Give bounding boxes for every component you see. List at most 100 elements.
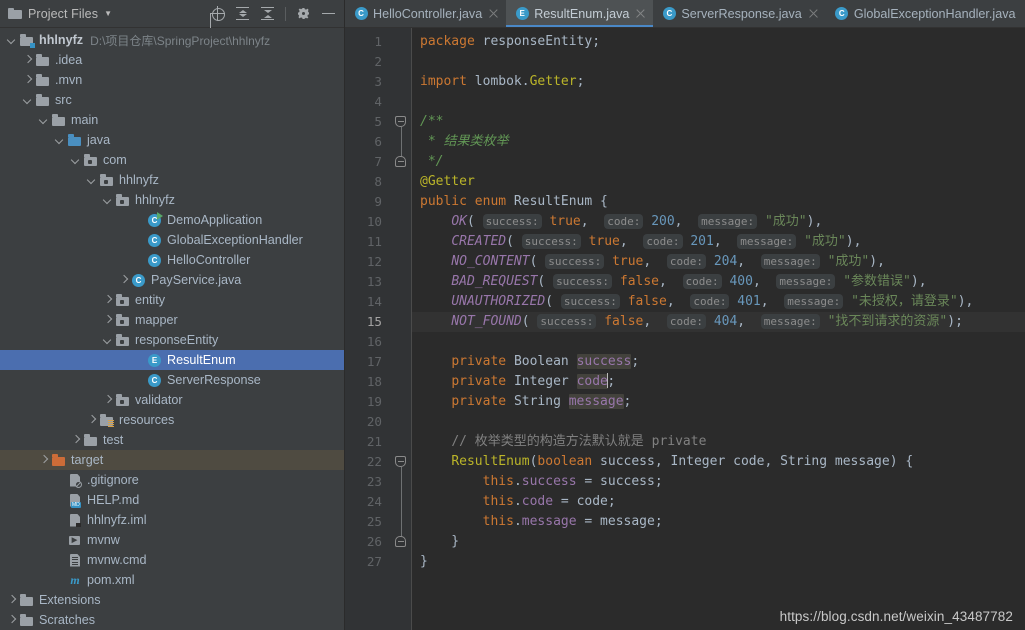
code-line-25[interactable]: this.message = message; — [412, 512, 1025, 532]
tree-node-label: test — [103, 433, 124, 447]
code-line-15[interactable]: NOT_FOUND( success: false, code: 404, me… — [412, 312, 1025, 332]
tree-node-hhlnyfz[interactable]: hhlnyfz D:\项目仓库\SpringProject\hhlnyfz — [0, 30, 344, 50]
code-folding-gutter[interactable] — [391, 28, 411, 630]
chevron-down-icon[interactable] — [86, 175, 97, 186]
code-line-20[interactable] — [412, 412, 1025, 432]
tree-node--gitignore[interactable]: .gitignore — [0, 470, 344, 490]
chevron-right-icon[interactable] — [6, 615, 17, 626]
tree-node-resultenum[interactable]: E ResultEnum — [0, 350, 344, 370]
tree-node-hhlnyfz[interactable]: hhlnyfz — [0, 190, 344, 210]
tree-node-resources[interactable]: resources — [0, 410, 344, 430]
expand-all-icon[interactable] — [235, 6, 250, 21]
code-line-17[interactable]: private Boolean success; — [412, 352, 1025, 372]
tree-node-responseentity[interactable]: responseEntity — [0, 330, 344, 350]
chevron-down-icon[interactable]: ▼ — [104, 9, 112, 18]
tree-node-mvnw[interactable]: ▶ mvnw — [0, 530, 344, 550]
fold-marker-javadoc-end[interactable] — [395, 156, 406, 167]
tree-node-main[interactable]: main — [0, 110, 344, 130]
code-line-14[interactable]: UNAUTHORIZED( success: false, code: 401,… — [412, 292, 1025, 312]
code-line-10[interactable]: OK( success: true, code: 200, message: "… — [412, 212, 1025, 232]
tree-node-com[interactable]: com — [0, 150, 344, 170]
fold-marker-constructor-start[interactable] — [395, 456, 406, 467]
chevron-right-icon[interactable] — [70, 435, 81, 446]
editor-tab-hellocontroller[interactable]: C HelloController.java — [345, 0, 506, 27]
code-line-12[interactable]: NO_CONTENT( success: true, code: 204, me… — [412, 252, 1025, 272]
close-icon[interactable] — [635, 8, 646, 19]
chevron-down-icon[interactable] — [102, 195, 113, 206]
chevron-down-icon[interactable] — [102, 335, 113, 346]
tree-node--idea[interactable]: .idea — [0, 50, 344, 70]
editor-tab-globalexceptionhandler[interactable]: C GlobalExceptionHandler.java — [826, 0, 1023, 27]
tree-node-java[interactable]: java — [0, 130, 344, 150]
project-tree[interactable]: hhlnyfz D:\项目仓库\SpringProject\hhlnyfz .ide… — [0, 28, 344, 630]
code-line-22[interactable]: ResultEnum(boolean success, Integer code… — [412, 452, 1025, 472]
code-line-21[interactable]: // 枚举类型的构造方法默认就是 private — [412, 432, 1025, 452]
editor-tabbar[interactable]: C HelloController.java E ResultEnum.java C Se… — [345, 0, 1025, 28]
code-line-5[interactable]: /** — [412, 112, 1025, 132]
tree-node-src[interactable]: src — [0, 90, 344, 110]
editor-tab-resultenum[interactable]: E ResultEnum.java — [506, 0, 654, 27]
collapse-all-icon[interactable] — [260, 6, 275, 21]
code-line-13[interactable]: BAD_REQUEST( success: false, code: 400, … — [412, 272, 1025, 292]
chevron-right-icon[interactable] — [6, 595, 17, 606]
code-line-4[interactable] — [412, 92, 1025, 112]
tree-node-mapper[interactable]: mapper — [0, 310, 344, 330]
close-icon[interactable] — [808, 8, 819, 19]
editor-tab-serverresponse[interactable]: C ServerResponse.java — [653, 0, 825, 27]
chevron-down-icon[interactable] — [6, 35, 17, 46]
chevron-right-icon[interactable] — [22, 75, 33, 86]
tree-node-demoapplication[interactable]: C DemoApplication — [0, 210, 344, 230]
settings-gear-icon[interactable] — [296, 6, 311, 21]
tree-node-entity[interactable]: entity — [0, 290, 344, 310]
tree-node-help-md[interactable]: MD HELP.md — [0, 490, 344, 510]
chevron-down-icon[interactable] — [22, 95, 33, 106]
tree-node-test[interactable]: test — [0, 430, 344, 450]
tree-node-pom-xml[interactable]: m pom.xml — [0, 570, 344, 590]
chevron-down-icon[interactable] — [70, 155, 81, 166]
tree-node-extensions[interactable]: Extensions — [0, 590, 344, 610]
code-line-23[interactable]: this.success = success; — [412, 472, 1025, 492]
code-line-6[interactable]: * 结果类枚举 — [412, 132, 1025, 152]
tree-node-serverresponse[interactable]: C ServerResponse — [0, 370, 344, 390]
code-line-27[interactable]: } — [412, 552, 1025, 572]
code-line-24[interactable]: this.code = code; — [412, 492, 1025, 512]
fold-marker-javadoc-start[interactable] — [395, 116, 406, 127]
code-line-8[interactable]: @Getter — [412, 172, 1025, 192]
code-line-26[interactable]: } — [412, 532, 1025, 552]
chevron-right-icon[interactable] — [22, 55, 33, 66]
tree-node-globalexceptionhandler[interactable]: C GlobalExceptionHandler — [0, 230, 344, 250]
chevron-right-icon[interactable] — [102, 395, 113, 406]
code-line-19[interactable]: private String message; — [412, 392, 1025, 412]
chevron-right-icon[interactable] — [102, 315, 113, 326]
chevron-down-icon[interactable] — [54, 135, 65, 146]
tree-node-hellocontroller[interactable]: C HelloController — [0, 250, 344, 270]
close-icon[interactable] — [488, 8, 499, 19]
code-line-9[interactable]: public enum ResultEnum { — [412, 192, 1025, 212]
tree-node--mvn[interactable]: .mvn — [0, 70, 344, 90]
tree-node-scratches[interactable]: Scratches — [0, 610, 344, 630]
code-line-7[interactable]: */ — [412, 152, 1025, 172]
chevron-right-icon[interactable] — [38, 455, 49, 466]
tree-node-validator[interactable]: validator — [0, 390, 344, 410]
code-line-18[interactable]: private Integer code; — [412, 372, 1025, 392]
tree-node-target[interactable]: target — [0, 450, 344, 470]
code-content[interactable]: package responseEntity; import lombok.Ge… — [411, 28, 1025, 630]
code-line-2[interactable] — [412, 52, 1025, 72]
tree-node-payservice-java[interactable]: C PayService.java — [0, 270, 344, 290]
code-line-1[interactable]: package responseEntity; — [412, 32, 1025, 52]
chevron-right-icon[interactable] — [102, 295, 113, 306]
code-editor[interactable]: 1 2 3 4 5 6 7 8 9 10 11 12 13 14 15 16 17 18 19 20 21 22 23 24 2… — [345, 28, 1025, 630]
locate-in-tree-icon[interactable] — [210, 6, 225, 21]
code-line-3[interactable]: import lombok.Getter; — [412, 72, 1025, 92]
tree-node-mvnw-cmd[interactable]: mvnw.cmd — [0, 550, 344, 570]
tree-node-hhlnyfz-iml[interactable]: hhlnyfz.iml — [0, 510, 344, 530]
fold-marker-constructor-end[interactable] — [395, 536, 406, 547]
chevron-down-icon[interactable] — [38, 115, 49, 126]
chevron-right-icon[interactable] — [118, 275, 129, 286]
code-line-16[interactable] — [412, 332, 1025, 352]
tree-node-hhlnyfz[interactable]: hhlnyfz — [0, 170, 344, 190]
chevron-right-icon[interactable] — [86, 415, 97, 426]
code-line-11[interactable]: CREATED( success: true, code: 201, messa… — [412, 232, 1025, 252]
minimize-icon[interactable] — [321, 6, 336, 21]
